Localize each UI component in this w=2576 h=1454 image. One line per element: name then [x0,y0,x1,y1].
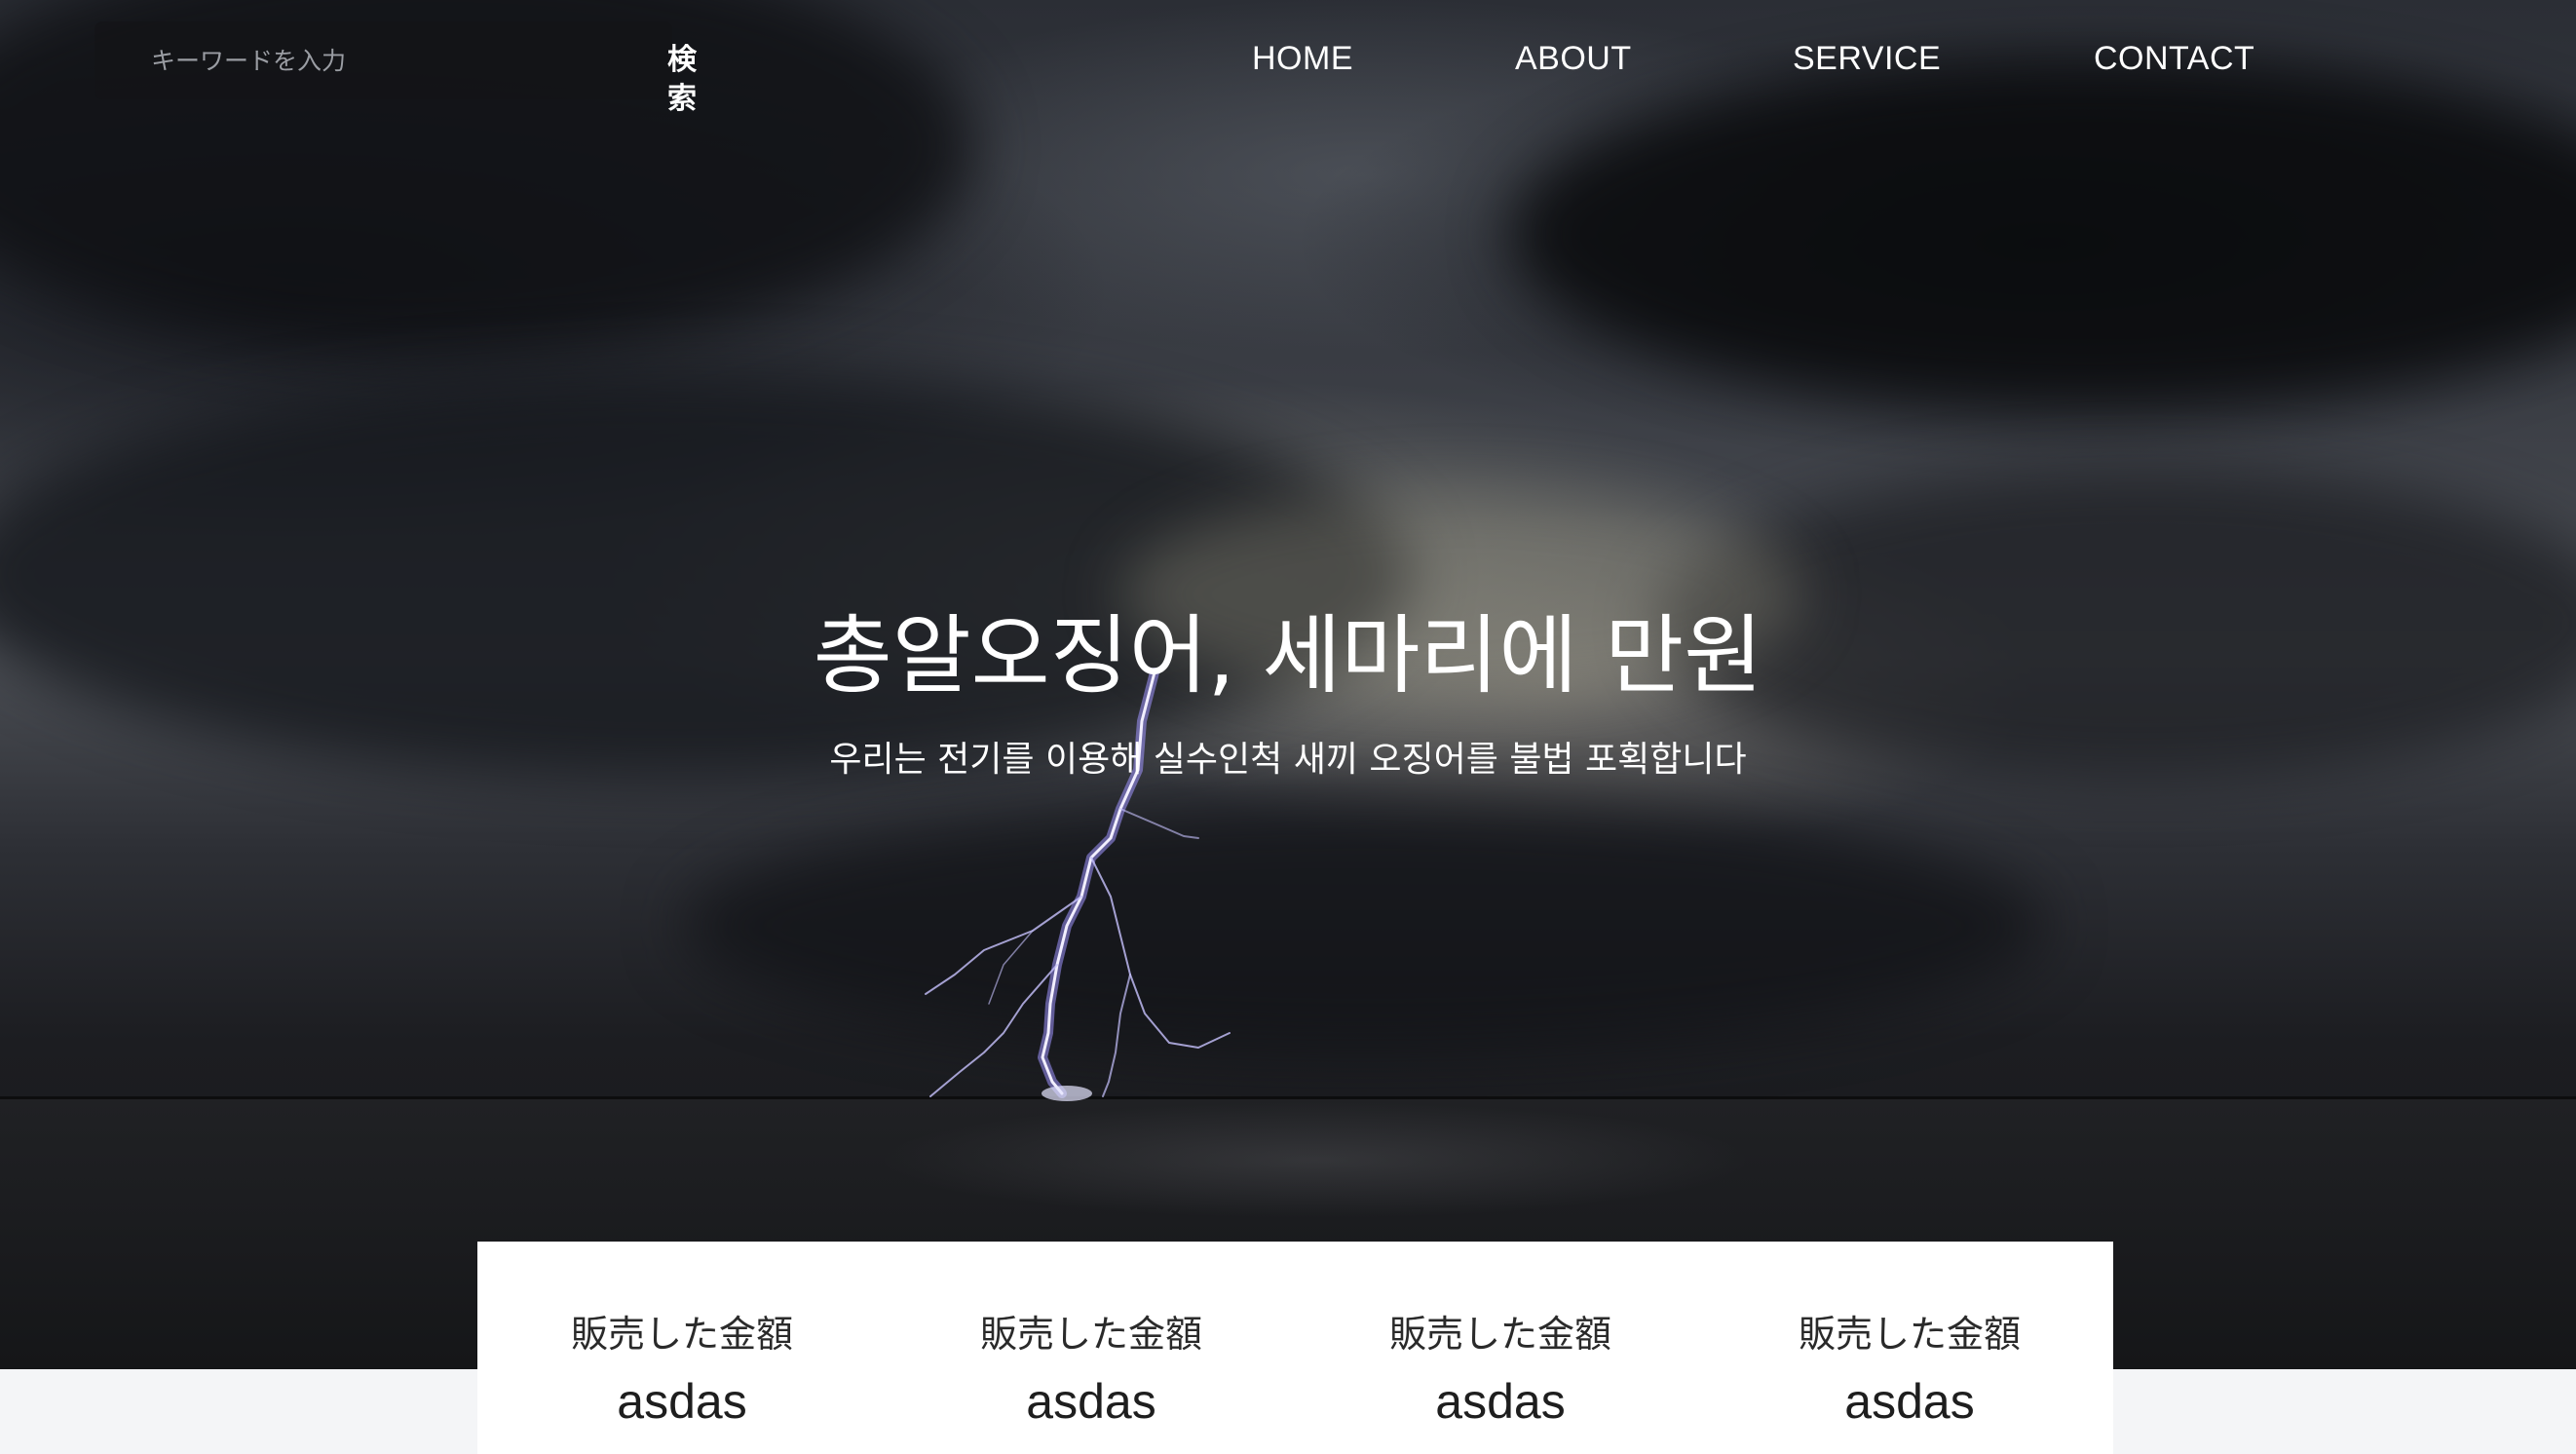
stat-item: 販売した金額 asdas [477,1242,887,1454]
hero-subtitle: 우리는 전기를 이용해 실수인척 새끼 오징어를 불법 포획합니다 [829,740,1747,780]
stat-value: asdas [617,1374,747,1429]
stat-label: 販売した金額 [979,1313,1202,1356]
page: 検索 HOME ABOUT SERVICE CONTACT 총알오징어, 세마리… [0,0,2576,1454]
nav-item-about[interactable]: ABOUT [1515,35,1632,82]
nav-item-service[interactable]: SERVICE [1793,35,1941,82]
stat-item: 販売した金額 asdas [1705,1242,2114,1454]
stats-card: 販売した金額 asdas 販売した金額 asdas 販売した金額 asdas 販… [477,1242,2113,1454]
hero-title: 총알오징어, 세마리에 만원 [813,605,1763,706]
stat-label: 販売した金額 [1388,1313,1611,1356]
main-nav: HOME ABOUT SERVICE CONTACT [0,35,2576,82]
stat-label: 販売した金額 [1798,1313,2021,1356]
stat-label: 販売した金額 [570,1313,793,1356]
nav-item-home[interactable]: HOME [1252,35,1353,82]
stat-value: asdas [1844,1374,1975,1429]
stat-value: asdas [1026,1374,1156,1429]
stat-item: 販売した金額 asdas [1296,1242,1705,1454]
stat-item: 販売した金額 asdas [887,1242,1296,1454]
stat-value: asdas [1435,1374,1566,1429]
nav-item-contact[interactable]: CONTACT [2094,35,2254,82]
